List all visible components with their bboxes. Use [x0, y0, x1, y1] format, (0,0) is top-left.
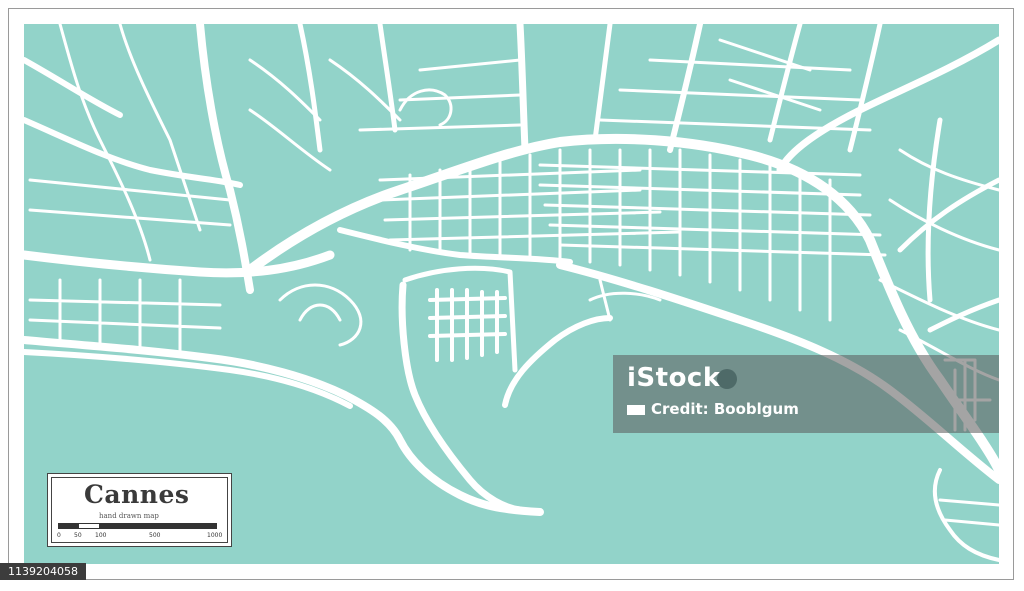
watermark-credit-text: Credit: Booblgum	[651, 400, 799, 418]
scale-tick: 500	[149, 532, 161, 539]
scale-segment	[159, 524, 216, 528]
scale-tick: 0	[57, 532, 61, 539]
scale-tick: 1000	[207, 532, 223, 539]
scale-ticks: 0 50 100 500 1000	[57, 532, 227, 542]
map-legend: Cannes hand drawn map 0 50 100 500 1000	[47, 473, 232, 547]
scale-segment	[79, 524, 99, 528]
watermark-credit: Credit: Booblgum	[627, 400, 799, 418]
watermark-overlay: iStock Credit: Booblgum	[613, 355, 999, 433]
watermark-logo: iStock	[627, 363, 721, 393]
scale-tick: 100	[95, 532, 107, 539]
stock-id-label: 1139204058	[0, 563, 86, 580]
scale-segment	[59, 524, 79, 528]
scale-segment	[119, 524, 159, 528]
scale-tick: 50	[74, 532, 82, 539]
legend-subtitle: hand drawn map	[99, 512, 159, 520]
watermark-dot-icon	[717, 369, 737, 389]
scale-bar	[58, 523, 217, 529]
scale-segment	[99, 524, 119, 528]
credit-icon	[627, 404, 645, 415]
legend-title: Cannes	[84, 480, 190, 509]
